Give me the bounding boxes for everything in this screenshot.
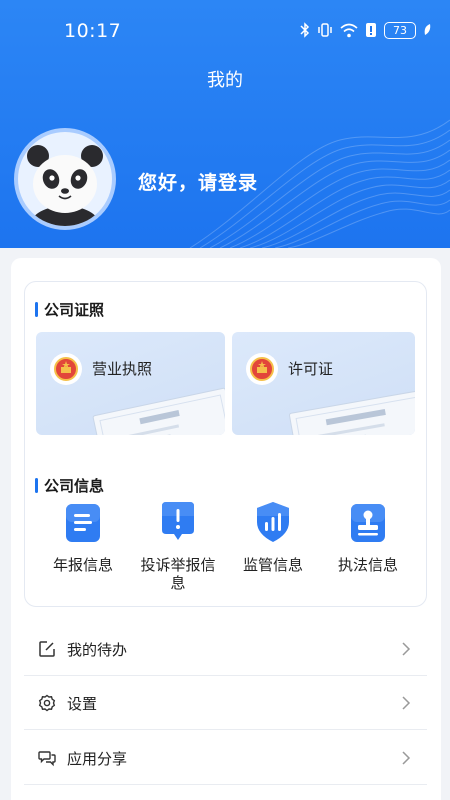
edit-icon (39, 641, 55, 657)
chevron-right-icon (402, 751, 411, 765)
status-bar: 10:17 73 (0, 0, 450, 58)
wifi-icon (340, 23, 358, 37)
info-item-supervision[interactable]: 监管信息 (228, 500, 318, 574)
section-title-text: 公司证照 (44, 301, 105, 319)
status-time: 10:17 (64, 20, 122, 42)
permit-label: 许可证 (288, 360, 334, 378)
report-icon (66, 504, 100, 542)
permit-card[interactable]: 许可证 (232, 332, 415, 435)
info-item-annual-report[interactable]: 年报信息 (38, 500, 128, 574)
menu-item-share[interactable]: 应用分享 (24, 731, 427, 785)
menu-item-label: 设置 (67, 695, 98, 713)
enforcement-icon (351, 504, 385, 542)
section-title-license: 公司证照 (35, 299, 104, 320)
menu-item-settings[interactable]: 设置 (24, 676, 427, 730)
menu-item-todo[interactable]: 我的待办 (24, 622, 427, 676)
panda-avatar-icon (27, 145, 103, 226)
menu-item-label: 我的待办 (67, 641, 128, 659)
section-title-text: 公司信息 (44, 477, 105, 495)
info-item-label: 监管信息 (242, 556, 303, 574)
info-item-label: 执法信息 (337, 556, 398, 574)
vibrate-icon (318, 23, 332, 37)
battery-indicator: 73 (384, 21, 416, 39)
section-accent-bar (35, 478, 38, 493)
chevron-right-icon (402, 696, 411, 710)
certificate-illustration (92, 387, 225, 435)
info-item-label: 投诉举报信 息 (140, 556, 216, 592)
gear-icon (38, 694, 56, 712)
business-license-label: 营业执照 (92, 360, 153, 378)
alert-icon (366, 23, 376, 37)
info-item-complaint[interactable]: 投诉举报信 息 (133, 500, 223, 592)
info-item-enforcement[interactable]: 执法信息 (323, 500, 413, 574)
certificate-illustration (288, 389, 415, 435)
national-emblem-icon (246, 353, 278, 385)
business-license-card[interactable]: 营业执照 (36, 332, 225, 435)
page-title: 我的 (207, 70, 243, 91)
section-title-info: 公司信息 (35, 475, 104, 496)
menu-item-label: 应用分享 (67, 750, 128, 768)
share-icon (38, 751, 56, 767)
info-item-label: 年报信息 (52, 556, 113, 574)
bluetooth-icon (300, 22, 310, 38)
section-accent-bar (35, 302, 38, 317)
leaf-icon (424, 24, 431, 35)
login-prompt[interactable]: 您好，请登录 (138, 168, 258, 195)
avatar[interactable] (14, 128, 116, 230)
supervision-icon (257, 502, 289, 542)
status-icons: 73 (300, 18, 432, 42)
complaint-icon (162, 502, 194, 540)
national-emblem-icon (50, 353, 82, 385)
chevron-right-icon (402, 642, 411, 656)
